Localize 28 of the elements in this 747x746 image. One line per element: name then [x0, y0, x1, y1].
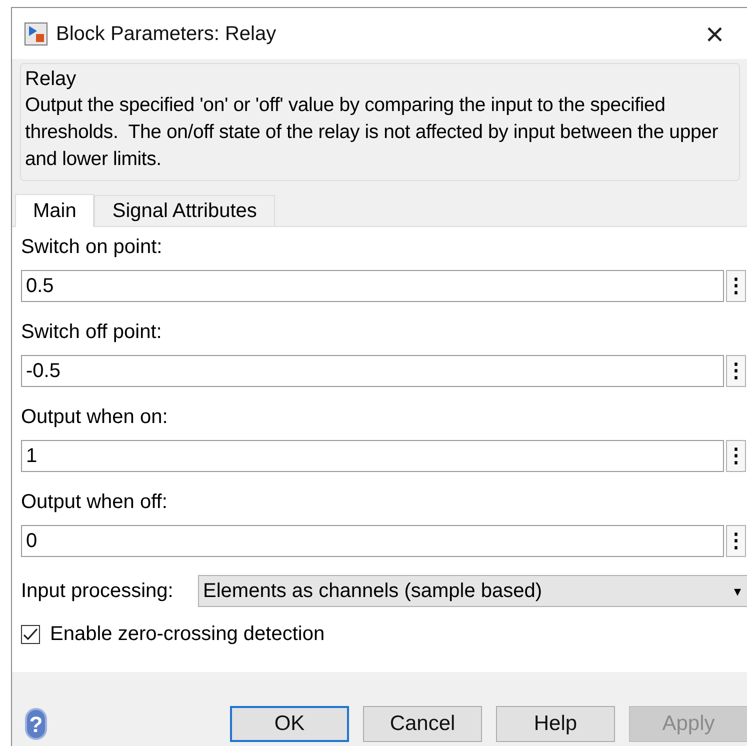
checkbox-label: Enable zero-crossing detection [50, 622, 325, 647]
menu-button[interactable]: ⋮ [726, 440, 746, 472]
menu-button[interactable]: ⋮ [726, 525, 746, 557]
tab[interactable]: Main [15, 194, 94, 227]
help-icon[interactable]: ? [25, 708, 47, 740]
field-label: Output when off: [21, 490, 168, 515]
description-text: Output the specified 'on' or 'off' value by comparing the input to the specified thresholds. The on/off state of the relay is not affected by input between the upper and lower limits. [24, 93, 720, 172]
field-label: Input processing: [21, 579, 174, 604]
close-button[interactable]: × [705, 18, 724, 50]
checkbox[interactable] [21, 624, 40, 644]
field-label: Output when on: [21, 405, 169, 430]
button[interactable]: OK [230, 706, 349, 742]
menu-button[interactable]: ⋮ [726, 355, 746, 387]
input-field[interactable]: 1 [21, 440, 724, 472]
field-label: Switch on point: [21, 235, 164, 260]
group-title: Relay [24, 67, 78, 92]
input-field[interactable]: 0 [21, 525, 724, 557]
input-field[interactable]: -0.5 [21, 355, 724, 387]
input-field[interactable]: 0.5 [21, 270, 724, 302]
window-title: Block Parameters: Relay [56, 22, 276, 46]
field-label: Switch off point: [21, 320, 163, 345]
block-icon [24, 22, 48, 46]
button[interactable]: Help [496, 706, 615, 742]
button[interactable]: Cancel [363, 706, 482, 742]
menu-button[interactable]: ⋮ [726, 270, 746, 302]
dropdown[interactable]: Elements as channels (sample based) ▾ [198, 575, 747, 607]
tab[interactable]: Signal Attributes [94, 195, 275, 226]
caret-icon: ▾ [734, 580, 741, 602]
